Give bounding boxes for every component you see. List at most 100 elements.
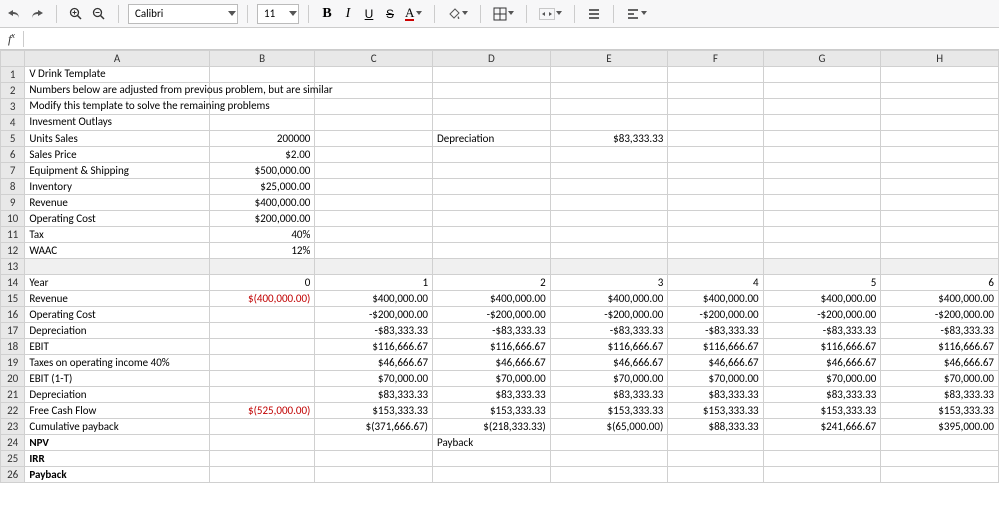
cell[interactable]: [433, 147, 551, 163]
cell[interactable]: Depreciation: [433, 131, 551, 147]
italic-button[interactable]: I: [339, 4, 357, 24]
cell[interactable]: $46,666.67: [763, 355, 881, 371]
cell[interactable]: 2: [433, 275, 551, 291]
cell[interactable]: [315, 451, 433, 467]
cell[interactable]: [550, 435, 668, 451]
cell[interactable]: [550, 147, 668, 163]
font-size-select[interactable]: 11: [257, 4, 299, 24]
cell[interactable]: Payback: [433, 435, 551, 451]
cell[interactable]: [668, 243, 763, 259]
cell[interactable]: [668, 99, 763, 115]
cell[interactable]: -$200,000.00: [763, 307, 881, 323]
cell[interactable]: [763, 131, 881, 147]
cell[interactable]: [881, 99, 999, 115]
cell[interactable]: [315, 179, 433, 195]
cell[interactable]: $200,000.00: [209, 211, 314, 227]
cell[interactable]: [881, 147, 999, 163]
cell[interactable]: [550, 211, 668, 227]
cell[interactable]: [433, 243, 551, 259]
cell[interactable]: Cumulative payback: [25, 419, 210, 435]
cell[interactable]: $400,000.00: [315, 291, 433, 307]
row-header[interactable]: 4: [1, 115, 25, 131]
cell[interactable]: $116,666.67: [668, 339, 763, 355]
row-header[interactable]: 6: [1, 147, 25, 163]
cell[interactable]: Equipment & Shipping: [25, 163, 210, 179]
cell[interactable]: $116,666.67: [433, 339, 551, 355]
cell[interactable]: $153,333.33: [315, 403, 433, 419]
cell[interactable]: $153,333.33: [550, 403, 668, 419]
cell[interactable]: [763, 195, 881, 211]
cell[interactable]: [668, 115, 763, 131]
cell[interactable]: [881, 67, 999, 83]
cell[interactable]: Operating Cost: [25, 211, 210, 227]
spreadsheet-grid[interactable]: A B C D E F G H 1V Drink Template2Number…: [0, 50, 999, 483]
row-header[interactable]: 22: [1, 403, 25, 419]
cell[interactable]: [881, 227, 999, 243]
cell[interactable]: $400,000.00: [668, 291, 763, 307]
cell[interactable]: [881, 435, 999, 451]
cell[interactable]: [668, 211, 763, 227]
cell[interactable]: 12%: [209, 243, 314, 259]
row-header[interactable]: 1: [1, 67, 25, 83]
col-header[interactable]: A: [25, 51, 210, 67]
cell[interactable]: [550, 163, 668, 179]
cell[interactable]: $25,000.00: [209, 179, 314, 195]
cell[interactable]: $83,333.33: [763, 387, 881, 403]
cell[interactable]: [668, 83, 763, 99]
row-header[interactable]: 14: [1, 275, 25, 291]
cell[interactable]: [550, 179, 668, 195]
cell[interactable]: -$83,333.33: [315, 323, 433, 339]
cell[interactable]: Sales Price: [25, 147, 210, 163]
cell[interactable]: [433, 67, 551, 83]
undo-button[interactable]: [4, 4, 24, 24]
cell[interactable]: 3: [550, 275, 668, 291]
cell[interactable]: -$200,000.00: [550, 307, 668, 323]
cell[interactable]: [315, 259, 433, 275]
col-header[interactable]: F: [668, 51, 763, 67]
row-header[interactable]: 25: [1, 451, 25, 467]
cell[interactable]: [881, 243, 999, 259]
cell[interactable]: $70,000.00: [881, 371, 999, 387]
col-header[interactable]: D: [433, 51, 551, 67]
cell[interactable]: -$83,333.33: [550, 323, 668, 339]
cell[interactable]: [209, 435, 314, 451]
cell[interactable]: [881, 131, 999, 147]
cell[interactable]: [763, 67, 881, 83]
cell[interactable]: Revenue: [25, 291, 210, 307]
cell[interactable]: [315, 99, 433, 115]
row-header[interactable]: 10: [1, 211, 25, 227]
cell[interactable]: $46,666.67: [668, 355, 763, 371]
cell[interactable]: [209, 67, 314, 83]
cell[interactable]: [550, 227, 668, 243]
cell[interactable]: [209, 451, 314, 467]
cell[interactable]: Payback: [25, 467, 210, 483]
col-header[interactable]: E: [550, 51, 668, 67]
row-header[interactable]: 9: [1, 195, 25, 211]
zoom-out-button[interactable]: [89, 4, 109, 24]
underline-button[interactable]: U: [360, 4, 378, 24]
cell[interactable]: [315, 115, 433, 131]
cell[interactable]: $83,333.33: [550, 131, 668, 147]
cell[interactable]: Depreciation: [25, 323, 210, 339]
cell[interactable]: [315, 243, 433, 259]
cell[interactable]: $83,333.33: [315, 387, 433, 403]
cell[interactable]: $46,666.67: [315, 355, 433, 371]
cell[interactable]: $400,000.00: [433, 291, 551, 307]
cell[interactable]: [881, 195, 999, 211]
cell[interactable]: 6: [881, 275, 999, 291]
redo-button[interactable]: [27, 4, 47, 24]
cell[interactable]: [433, 163, 551, 179]
cell[interactable]: [25, 259, 210, 275]
cell[interactable]: [209, 115, 314, 131]
cell[interactable]: NPV: [25, 435, 210, 451]
cell[interactable]: $153,333.33: [763, 403, 881, 419]
cell[interactable]: [209, 371, 314, 387]
cell[interactable]: [881, 211, 999, 227]
cell[interactable]: $83,333.33: [433, 387, 551, 403]
cell[interactable]: $400,000.00: [550, 291, 668, 307]
row-header[interactable]: 15: [1, 291, 25, 307]
cell[interactable]: $116,666.67: [550, 339, 668, 355]
cell[interactable]: [315, 131, 433, 147]
cell[interactable]: [763, 227, 881, 243]
merge-cells-button[interactable]: [536, 4, 565, 24]
